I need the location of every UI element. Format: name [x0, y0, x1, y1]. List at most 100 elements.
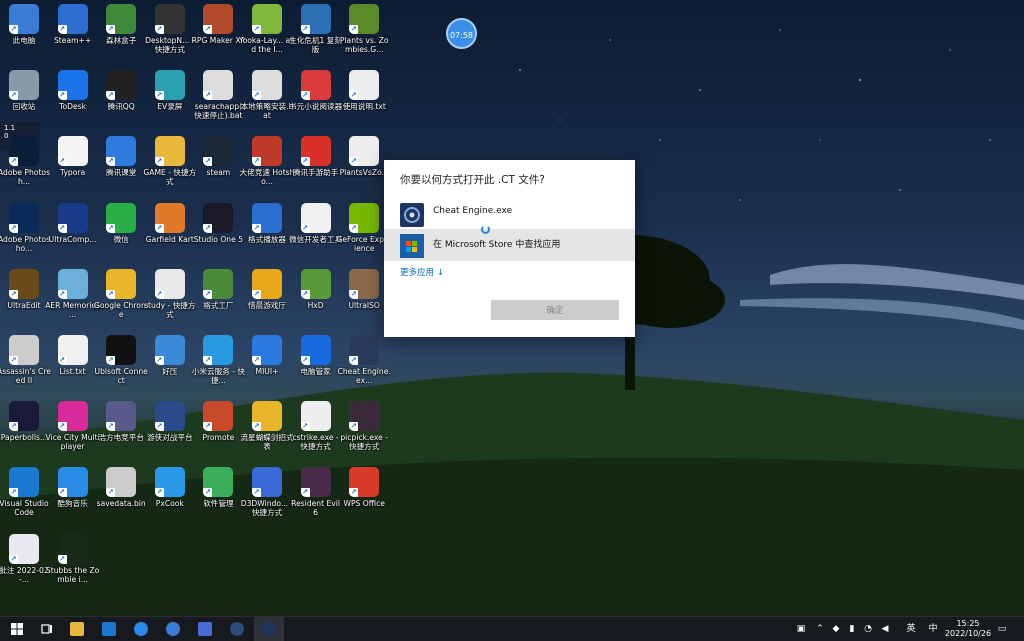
desktop-icon[interactable]: ↗ picpick.exe - 快捷方式	[336, 399, 392, 451]
system-clock[interactable]: 15:25 2022/10/26	[944, 619, 992, 639]
language-indicator[interactable]: 英	[904, 617, 918, 641]
desktop-icon[interactable]: ↗ Garfield Kart	[142, 201, 198, 244]
security-icon[interactable]: ◆	[830, 617, 842, 641]
desktop-icon[interactable]: ↗ RPG Maker XP	[190, 2, 246, 45]
desktop-icon[interactable]: ↗ steam	[190, 134, 246, 177]
app-icon: ↗	[203, 467, 234, 498]
more-apps-link[interactable]: 更多应用 ↓	[400, 266, 444, 278]
desktop-icon[interactable]: ↗ 大佬竞速 Hotsho...	[239, 134, 295, 186]
option-cheat-engine[interactable]: Cheat Engine.exe	[384, 198, 635, 230]
desktop-icon[interactable]: ↗ 格式播放器	[239, 201, 295, 244]
notification-app-icon[interactable]: ▣	[794, 617, 808, 641]
desktop-icon[interactable]: ↗ Resident Evil 6	[288, 465, 344, 517]
taskbar-d3d-window[interactable]	[190, 617, 220, 641]
desktop-icon[interactable]: ↗ 电脑管家	[288, 333, 344, 376]
shortcut-arrow-icon: ↗	[300, 289, 310, 299]
volume-icon[interactable]: ◀	[878, 617, 892, 641]
app-icon: ↗	[106, 202, 137, 233]
desktop-icon[interactable]: ↗ Google Chrome	[93, 267, 149, 319]
desktop-icon[interactable]: ↗ 软件管理	[190, 465, 246, 508]
desktop-icon[interactable]: ↗ Stubbs the Zombie i...	[45, 532, 101, 584]
desktop-icon[interactable]: ↗ 微信	[93, 201, 149, 244]
desktop-icon[interactable]: ↗ Plants vs. Zombies.G...	[336, 2, 392, 54]
desktop-icon[interactable]: ↗ 生化危机1 复刻版	[288, 2, 344, 54]
desktop-icon[interactable]: ↗ EV录屏	[142, 68, 198, 111]
app-icon: ↗	[57, 401, 88, 432]
desktop-icon[interactable]: ↗ Yooka-Lay... and the I...	[239, 2, 295, 54]
desktop-icon[interactable]: ↗ study - 快捷方式	[142, 267, 198, 319]
desktop-icon[interactable]: ↗ Steam++	[45, 2, 101, 45]
desktop-icon[interactable]: ↗ 惜晨游戏厅	[239, 267, 295, 310]
taskbar-settings[interactable]	[158, 617, 188, 641]
desktop-icon[interactable]: ↗ 好压	[142, 333, 198, 376]
taskbar-steam[interactable]	[222, 617, 252, 641]
desktop-icon-label: Yooka-Lay... and the I...	[239, 36, 295, 54]
desktop-icon[interactable]: ↗ Vice City Multiplayer	[45, 399, 101, 451]
desktop-icon[interactable]: ↗ savedata.bin	[93, 465, 149, 508]
app-icon: ↗	[252, 401, 282, 432]
desktop-icon[interactable]: ↗ 腾讯课堂	[93, 134, 149, 177]
floating-clock-widget[interactable]: 07:58	[446, 18, 477, 49]
desktop-icon-label: Google Chrome	[94, 300, 149, 319]
desktop-icon[interactable]: ↗ cstrike.exe - 快捷方式	[288, 399, 344, 451]
desktop-icon[interactable]: ↗ UltraComp...	[45, 201, 101, 244]
start-button[interactable]	[2, 617, 32, 641]
desktop-icon[interactable]: ↗ WPS Office	[336, 465, 392, 508]
desktop-icon[interactable]: ↗ 森林盒子	[93, 2, 149, 45]
taskbar-cheat-engine[interactable]	[254, 617, 284, 641]
app-icon: ↗	[252, 70, 282, 101]
desktop-icon[interactable]: ↗ D3DWindo... - 快捷方式	[239, 465, 295, 517]
desktop-icon-label: 游侠对战平台	[147, 433, 193, 443]
desktop-icon[interactable]: ↗ 小米云服务 - 快捷...	[190, 333, 246, 385]
desktop-icon[interactable]: ↗ ToDesk	[45, 68, 101, 111]
app-icon: ↗	[252, 202, 282, 233]
desktop-icon-label: 腾讯QQ	[107, 102, 135, 112]
desktop-icon[interactable]: ↗ MIUI+	[239, 333, 295, 376]
desktop-icon[interactable]: ↗ Cheat Engine.ex...	[336, 333, 392, 385]
desktop-icon[interactable]: ↗ 腾讯手游助手	[288, 134, 344, 177]
desktop-icon[interactable]: ↗ AER Memories ...	[45, 267, 101, 319]
desktop-icon[interactable]: ↗ PxCook	[142, 465, 198, 508]
shortcut-arrow-icon: ↗	[9, 289, 18, 299]
taskbar-file-explorer[interactable]	[62, 617, 92, 641]
desktop-icon[interactable]: ↗ 酷狗音乐	[45, 465, 101, 508]
app-icon: ↗	[349, 4, 380, 34]
notification-center-icon[interactable]: ▭	[994, 617, 1010, 641]
app-icon: ↗	[203, 4, 234, 34]
ok-button[interactable]: 确定	[491, 300, 619, 320]
desktop-icon[interactable]: ↗ 本地策略安装.bat	[239, 68, 295, 120]
option-microsoft-store[interactable]: 在 Microsoft Store 中查找应用	[384, 229, 635, 261]
network-icon[interactable]: ◔	[862, 617, 874, 641]
desktop-icon[interactable]: ↗ GAME - 快捷方式	[142, 134, 198, 186]
desktop-icon-label: Resident Evil 6	[291, 499, 341, 518]
desktop-icon-label: 微信	[113, 234, 129, 244]
desktop-icon[interactable]: ↗ Promote	[190, 399, 246, 442]
task-view-button[interactable]	[32, 617, 62, 641]
app-icon: ↗	[57, 136, 88, 167]
microphone-icon[interactable]: ▮	[846, 617, 858, 641]
shortcut-arrow-icon: ↗	[252, 356, 261, 365]
desktop-icon[interactable]: ↗ Ubisoft Connect	[93, 333, 149, 385]
desktop-icon[interactable]: ↗ 腾讯QQ	[93, 68, 149, 111]
app-icon: ↗	[203, 335, 234, 365]
desktop-icon[interactable]: ↗ 格式工厂	[190, 267, 246, 310]
desktop-icon[interactable]: ↗ 游侠对战平台	[142, 399, 198, 442]
desktop-icon[interactable]: ↗ 书元小说阅读器	[288, 68, 344, 111]
chevron-up-icon[interactable]: ⌃	[814, 617, 826, 641]
taskbar-mail[interactable]	[94, 617, 124, 641]
app-icon: ↗	[106, 401, 137, 432]
taskbar-kugou[interactable]	[126, 617, 156, 641]
app-icon: ↗	[106, 4, 137, 34]
desktop-icon[interactable]: ↗ Typora	[45, 134, 101, 177]
desktop-icon[interactable]: ↗ DesktopN... - 快捷方式	[142, 2, 198, 54]
desktop-icon[interactable]: ↗ List.txt	[45, 333, 101, 376]
desktop-icon[interactable]: ↗ 流星蝴蝶剑招式表	[239, 399, 295, 451]
desktop-icon[interactable]: ↗ searachapp( 快速停止).bat	[190, 68, 246, 120]
desktop-icon[interactable]: ↗ Studio One 5	[190, 201, 246, 244]
desktop-icon[interactable]: ↗ 使用说明.txt	[336, 68, 392, 111]
desktop-icon[interactable]: ↗ HxD	[288, 267, 344, 310]
shortcut-arrow-icon: ↗	[349, 488, 359, 498]
desktop-icon[interactable]: ↗ 微信开发者工具	[288, 201, 344, 244]
desktop-icon[interactable]: ↗ 浩方电竞平台	[93, 399, 149, 442]
ime-indicator[interactable]: 中	[926, 617, 940, 641]
